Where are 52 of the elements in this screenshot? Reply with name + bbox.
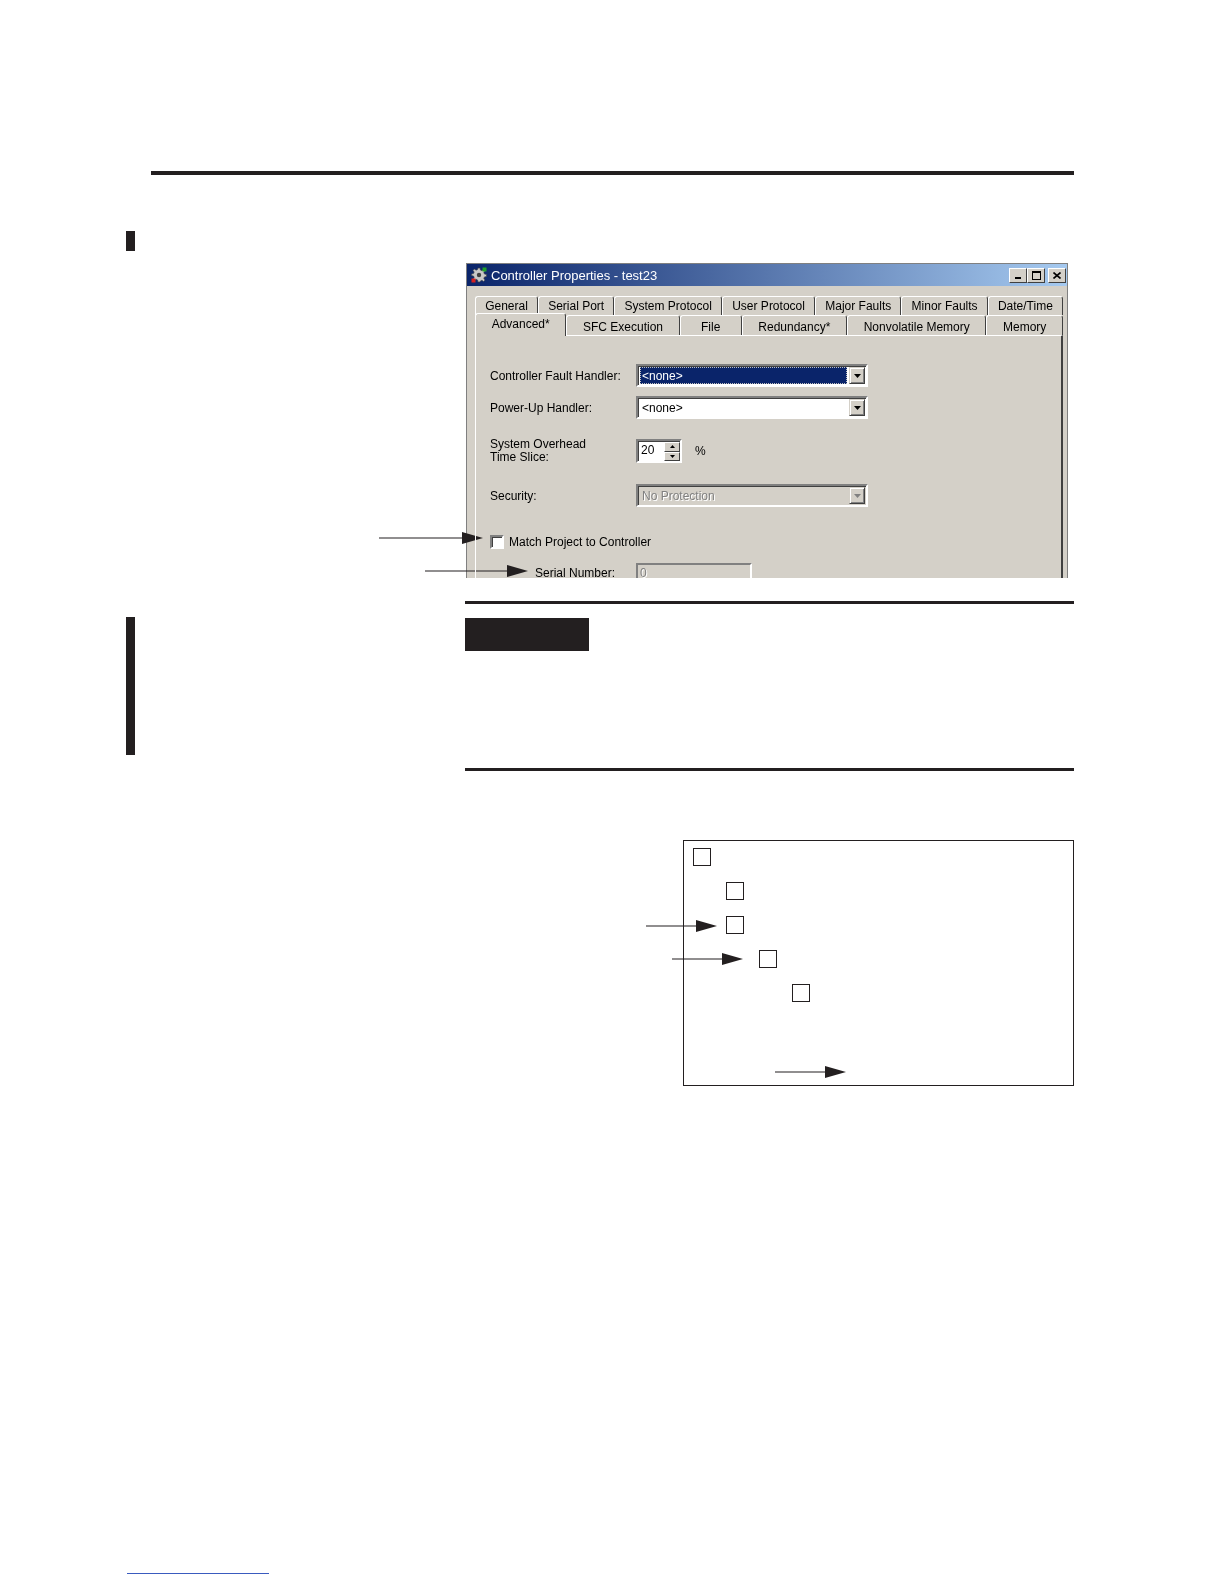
tab[interactable]: User Protocol (722, 296, 816, 315)
tab[interactable]: SFC Execution (566, 315, 680, 335)
caret-down-icon (853, 493, 861, 498)
combo-value: No Protection (641, 487, 716, 504)
tab[interactable]: Memory (986, 315, 1064, 335)
combo-value: <none> (640, 367, 847, 384)
tab[interactable]: Advanced* (475, 313, 567, 336)
caret-down-icon (669, 454, 675, 458)
caret-down-icon (853, 373, 861, 378)
caret-down-icon (853, 405, 861, 410)
field-label: System Overhead Time Slice: (490, 438, 588, 464)
tab[interactable]: Nonvolatile Memory (847, 315, 987, 335)
checkbox[interactable] (490, 535, 504, 549)
maximize-icon (1031, 270, 1041, 280)
number-spinner[interactable]: 20 (636, 439, 682, 463)
caret-up-icon (669, 445, 675, 449)
close-button[interactable] (1048, 267, 1066, 283)
checkbox-label: Match Project to Controller (509, 535, 652, 549)
minimize-button[interactable] (1009, 267, 1027, 283)
checkbox[interactable] (725, 916, 744, 934)
checkbox[interactable] (758, 950, 777, 968)
number-field[interactable]: 20 (639, 442, 664, 461)
maximize-button[interactable] (1027, 267, 1045, 283)
unit-label: % (695, 444, 706, 458)
tab[interactable]: System Protocol (614, 296, 723, 315)
field-label: Power-Up Handler: (490, 400, 594, 415)
checkbox[interactable] (692, 848, 711, 866)
gear-icon (471, 267, 487, 283)
combo-value: <none> (641, 399, 684, 416)
margin-bar (126, 231, 135, 251)
tab[interactable]: Serial Port (538, 296, 615, 315)
field-label: Security: (490, 488, 538, 503)
tab[interactable]: Major Faults (815, 296, 902, 315)
minimize-icon (1015, 277, 1021, 279)
tab[interactable]: General (475, 296, 538, 315)
combo-box[interactable]: <none> (636, 396, 868, 419)
tab[interactable]: Redundancy* (741, 315, 848, 335)
checkbox[interactable] (725, 882, 744, 900)
combo-box[interactable]: <none> (636, 364, 868, 387)
dropdown-button[interactable] (849, 399, 865, 416)
tab[interactable]: Date/Time (987, 296, 1063, 315)
close-icon (1053, 271, 1061, 279)
dropdown-button[interactable] (849, 367, 865, 384)
checkbox[interactable] (791, 984, 810, 1002)
tab[interactable]: Minor Faults (901, 296, 988, 315)
spin-up-button[interactable] (664, 442, 680, 452)
spin-down-button[interactable] (664, 451, 680, 461)
arrow (775, 1066, 846, 1078)
field-label: Serial Number: (535, 565, 617, 578)
field-label: Controller Fault Handler: (490, 368, 622, 383)
tab[interactable]: File (679, 315, 742, 335)
window-title: Controller Properties - test23 (491, 267, 659, 283)
